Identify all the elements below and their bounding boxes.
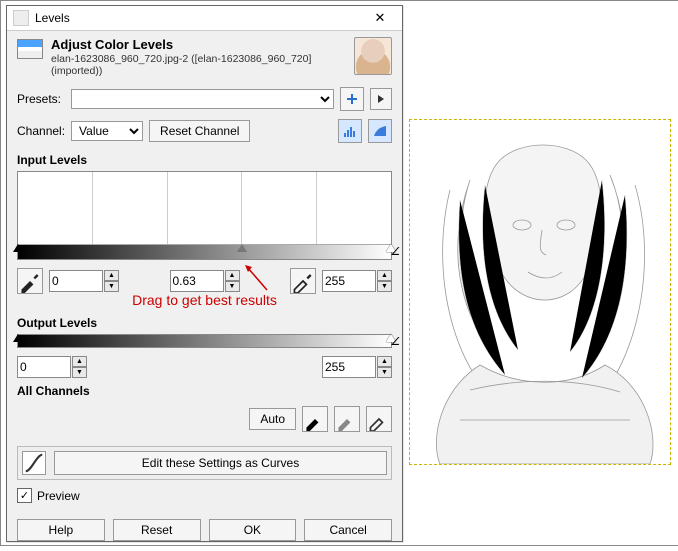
spin-up[interactable]: ▲ (225, 270, 240, 281)
close-button[interactable]: ✕ (364, 6, 396, 30)
reset-channel-button[interactable]: Reset Channel (149, 120, 250, 142)
levels-dialog: Levels ✕ Adjust Color Levels elan-162308… (6, 5, 403, 542)
presets-label: Presets: (17, 92, 65, 106)
image-thumbnail[interactable] (354, 37, 392, 75)
angle-mark: ∠ (390, 335, 400, 348)
reset-button[interactable]: Reset (113, 519, 201, 541)
input-gamma-spinner[interactable]: ▲▼ (170, 270, 240, 292)
histogram[interactable]: ∠ (17, 171, 392, 260)
angle-mark: ∠ (390, 245, 400, 258)
log-histogram-icon[interactable] (368, 119, 392, 143)
auto-button[interactable]: Auto (249, 408, 296, 430)
output-black-spinner[interactable]: ▲▼ (17, 356, 87, 378)
white-eyedropper[interactable] (290, 268, 316, 294)
output-white-value[interactable] (322, 356, 376, 378)
annotation-text: Drag to get best results (7, 292, 402, 310)
input-levels-label: Input Levels (7, 147, 402, 169)
input-black-value[interactable] (49, 270, 103, 292)
all-channels-label: All Channels (7, 378, 402, 400)
input-black-spinner[interactable]: ▲▼ (49, 270, 119, 292)
preview-checkbox[interactable]: ✓ (17, 488, 32, 503)
output-gradient-wrap[interactable]: ∠ (17, 334, 392, 348)
app-icon (13, 10, 29, 26)
portrait-sketch (410, 120, 670, 464)
input-gamma-value[interactable] (170, 270, 224, 292)
pick-black-eyedropper[interactable] (302, 406, 328, 432)
add-preset-button[interactable] (340, 87, 364, 111)
pick-gray-eyedropper[interactable] (334, 406, 360, 432)
levels-icon (17, 39, 43, 59)
black-eyedropper[interactable] (17, 268, 43, 294)
preview-label: Preview (37, 489, 80, 503)
curves-icon (22, 451, 46, 475)
spin-down[interactable]: ▼ (377, 367, 392, 378)
preset-menu-button[interactable] (370, 88, 392, 110)
spin-down[interactable]: ▼ (377, 281, 392, 292)
linear-histogram-icon[interactable] (338, 119, 362, 143)
spin-up[interactable]: ▲ (72, 356, 87, 367)
input-black-slider[interactable] (13, 244, 23, 252)
output-gradient[interactable]: ∠ (18, 335, 391, 347)
window-title: Levels (35, 11, 364, 25)
input-white-value[interactable] (322, 270, 376, 292)
channel-label: Channel: (17, 124, 65, 138)
presets-select[interactable] (71, 89, 334, 109)
output-black-value[interactable] (17, 356, 71, 378)
titlebar[interactable]: Levels ✕ (7, 6, 402, 31)
output-white-spinner[interactable]: ▲▼ (322, 356, 392, 378)
dialog-heading: Adjust Color Levels (51, 37, 354, 52)
output-black-slider[interactable] (13, 334, 23, 342)
edit-as-curves-button[interactable]: Edit these Settings as Curves (54, 451, 387, 475)
help-button[interactable]: Help (17, 519, 105, 541)
channel-select[interactable]: Value (71, 121, 143, 141)
cancel-button[interactable]: Cancel (304, 519, 392, 541)
spin-down[interactable]: ▼ (104, 281, 119, 292)
spin-down[interactable]: ▼ (225, 281, 240, 292)
spin-up[interactable]: ▲ (377, 270, 392, 281)
input-white-spinner[interactable]: ▲▼ (322, 270, 392, 292)
input-gradient[interactable]: ∠ (18, 245, 391, 259)
image-canvas[interactable] (409, 119, 671, 465)
dialog-subtitle: elan-1623086_960_720.jpg-2 ([elan-162308… (51, 53, 354, 77)
spin-down[interactable]: ▼ (72, 367, 87, 378)
ok-button[interactable]: OK (209, 519, 297, 541)
spin-up[interactable]: ▲ (377, 356, 392, 367)
input-gamma-slider[interactable] (237, 244, 247, 252)
spin-up[interactable]: ▲ (104, 270, 119, 281)
output-levels-label: Output Levels (7, 310, 402, 332)
pick-white-eyedropper[interactable] (366, 406, 392, 432)
